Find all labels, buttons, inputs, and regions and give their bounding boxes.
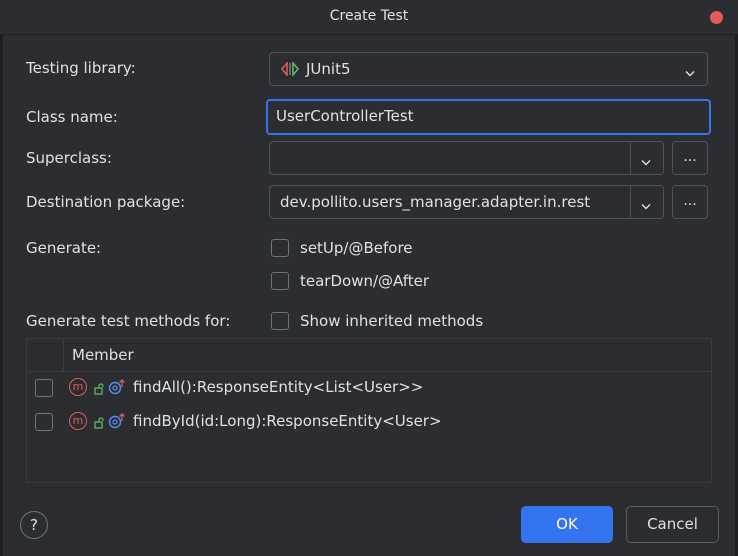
member-column-header[interactable]: Member	[72, 346, 134, 364]
testing-library-label: Testing library:	[26, 59, 136, 77]
implements-icon	[108, 379, 126, 395]
method-icon: m	[69, 412, 87, 430]
row-icons: m	[69, 378, 133, 398]
destination-package-combo[interactable]: dev.pollito.users_manager.adapter.in.res…	[269, 185, 664, 219]
row-method-signature: findById(id:Long):ResponseEntity<User>	[133, 412, 442, 430]
teardown-label[interactable]: tearDown/@After	[300, 272, 429, 290]
row-method-signature: findAll():ResponseEntity<List<User>>	[133, 378, 424, 396]
public-lock-icon	[94, 381, 105, 395]
public-lock-icon	[94, 415, 105, 429]
window-edge-left	[0, 0, 3, 556]
ok-button[interactable]: OK	[521, 506, 613, 543]
table-row[interactable]: m findById(id:Long):ResponseEntity<User>	[27, 405, 711, 439]
method-icon: m	[69, 378, 87, 396]
table-header: Member	[27, 339, 711, 372]
row-checkbox[interactable]	[35, 379, 53, 397]
implements-icon	[108, 413, 126, 429]
setup-label[interactable]: setUp/@Before	[300, 239, 413, 257]
title-bar[interactable]: Create Test	[0, 0, 738, 35]
destination-browse-button[interactable]: ...	[672, 185, 708, 219]
row-checkbox[interactable]	[35, 413, 53, 431]
members-table[interactable]: Member m findAll():ResponseEntity<List<U…	[26, 338, 712, 483]
destination-package-label: Destination package:	[26, 193, 186, 211]
testing-library-select[interactable]: JUnit5	[269, 52, 708, 86]
chevron-down-icon[interactable]	[641, 153, 651, 166]
junit-icon	[280, 60, 301, 78]
setup-checkbox[interactable]	[271, 239, 289, 257]
class-name-input[interactable]: UserControllerTest	[266, 99, 711, 135]
header-divider	[63, 339, 64, 371]
row-icons: m	[69, 412, 133, 432]
testing-library-value: JUnit5	[306, 60, 351, 78]
chevron-down-icon	[685, 64, 695, 77]
class-name-value: UserControllerTest	[276, 107, 414, 125]
class-name-label: Class name:	[26, 108, 118, 126]
combo-divider	[630, 142, 631, 174]
table-row[interactable]: m findAll():ResponseEntity<List<User>>	[27, 371, 711, 405]
help-button[interactable]: ?	[20, 511, 48, 539]
generate-label: Generate:	[26, 239, 102, 257]
cancel-button[interactable]: Cancel	[626, 506, 719, 543]
dialog-title: Create Test	[329, 8, 409, 24]
destination-package-value: dev.pollito.users_manager.adapter.in.res…	[280, 193, 591, 211]
superclass-combo[interactable]	[269, 141, 664, 175]
chevron-down-icon[interactable]	[641, 197, 651, 210]
superclass-label: Superclass:	[26, 149, 112, 167]
show-inherited-checkbox[interactable]	[271, 312, 289, 330]
close-icon[interactable]	[710, 11, 723, 24]
combo-divider	[630, 186, 631, 218]
show-inherited-label[interactable]: Show inherited methods	[300, 312, 483, 330]
generate-methods-label: Generate test methods for:	[26, 312, 231, 330]
superclass-browse-button[interactable]: ...	[672, 141, 708, 175]
teardown-checkbox[interactable]	[271, 272, 289, 290]
